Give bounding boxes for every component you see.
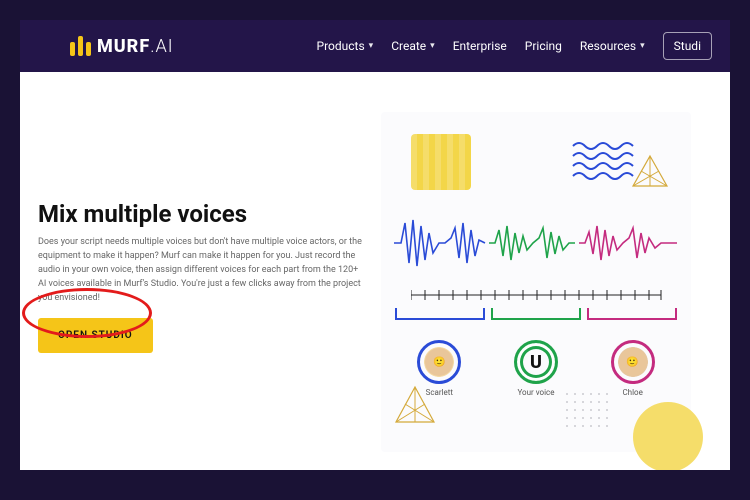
nav-create[interactable]: Create▾	[391, 39, 434, 53]
segment-brackets	[395, 308, 677, 328]
avatar-label: Your voice	[517, 388, 554, 397]
hero-illustration-column: 🙂 Scarlett U Your voice 🙂 Chloe	[375, 72, 730, 470]
avatar-circle: U	[514, 340, 558, 384]
dot-grid-deco	[563, 390, 613, 430]
triangle-decoration-icon	[631, 154, 669, 192]
nav-links: Products▾ Create▾ Enterprise Pricing Res…	[317, 32, 712, 60]
yellow-square-deco	[411, 134, 471, 190]
chevron-down-icon: ▾	[640, 41, 645, 51]
brand-logo[interactable]: MURF.AI	[70, 36, 174, 57]
nav-enterprise[interactable]: Enterprise	[453, 39, 507, 53]
bracket-pink	[587, 308, 677, 320]
open-studio-button[interactable]: OPEN STUDIO	[38, 318, 153, 353]
hero-heading: Mix multiple voices	[38, 200, 365, 228]
bracket-blue	[395, 308, 485, 320]
waveform-row	[389, 208, 683, 278]
nav-products[interactable]: Products▾	[317, 39, 374, 53]
timeline-axis-icon	[411, 288, 711, 302]
chevron-down-icon: ▾	[369, 41, 374, 51]
nav-resources[interactable]: Resources▾	[580, 39, 645, 53]
triangle-decoration-icon	[393, 384, 437, 428]
studio-button[interactable]: Studi	[663, 32, 712, 60]
avatar-circle: 🙂	[417, 340, 461, 384]
hero-body: Does your script needs multiple voices b…	[38, 236, 365, 306]
avatar-chloe: 🙂 Chloe	[611, 340, 655, 397]
avatar-your-voice: U Your voice	[514, 340, 558, 397]
hero-text-column: Mix multiple voices Does your script nee…	[20, 72, 375, 470]
logo-mark-icon	[70, 36, 91, 56]
hero-section: Mix multiple voices Does your script nee…	[20, 72, 730, 470]
yellow-circle-deco	[633, 402, 703, 470]
nav-pricing[interactable]: Pricing	[525, 39, 562, 53]
avatar-label: Chloe	[622, 388, 642, 397]
bracket-green	[491, 308, 581, 320]
brand-name: MURF.AI	[97, 36, 174, 57]
avatar-circle: 🙂	[611, 340, 655, 384]
voices-illustration: 🙂 Scarlett U Your voice 🙂 Chloe	[381, 112, 691, 452]
chevron-down-icon: ▾	[430, 41, 435, 51]
top-navigation: MURF.AI Products▾ Create▾ Enterprise Pri…	[20, 20, 730, 72]
